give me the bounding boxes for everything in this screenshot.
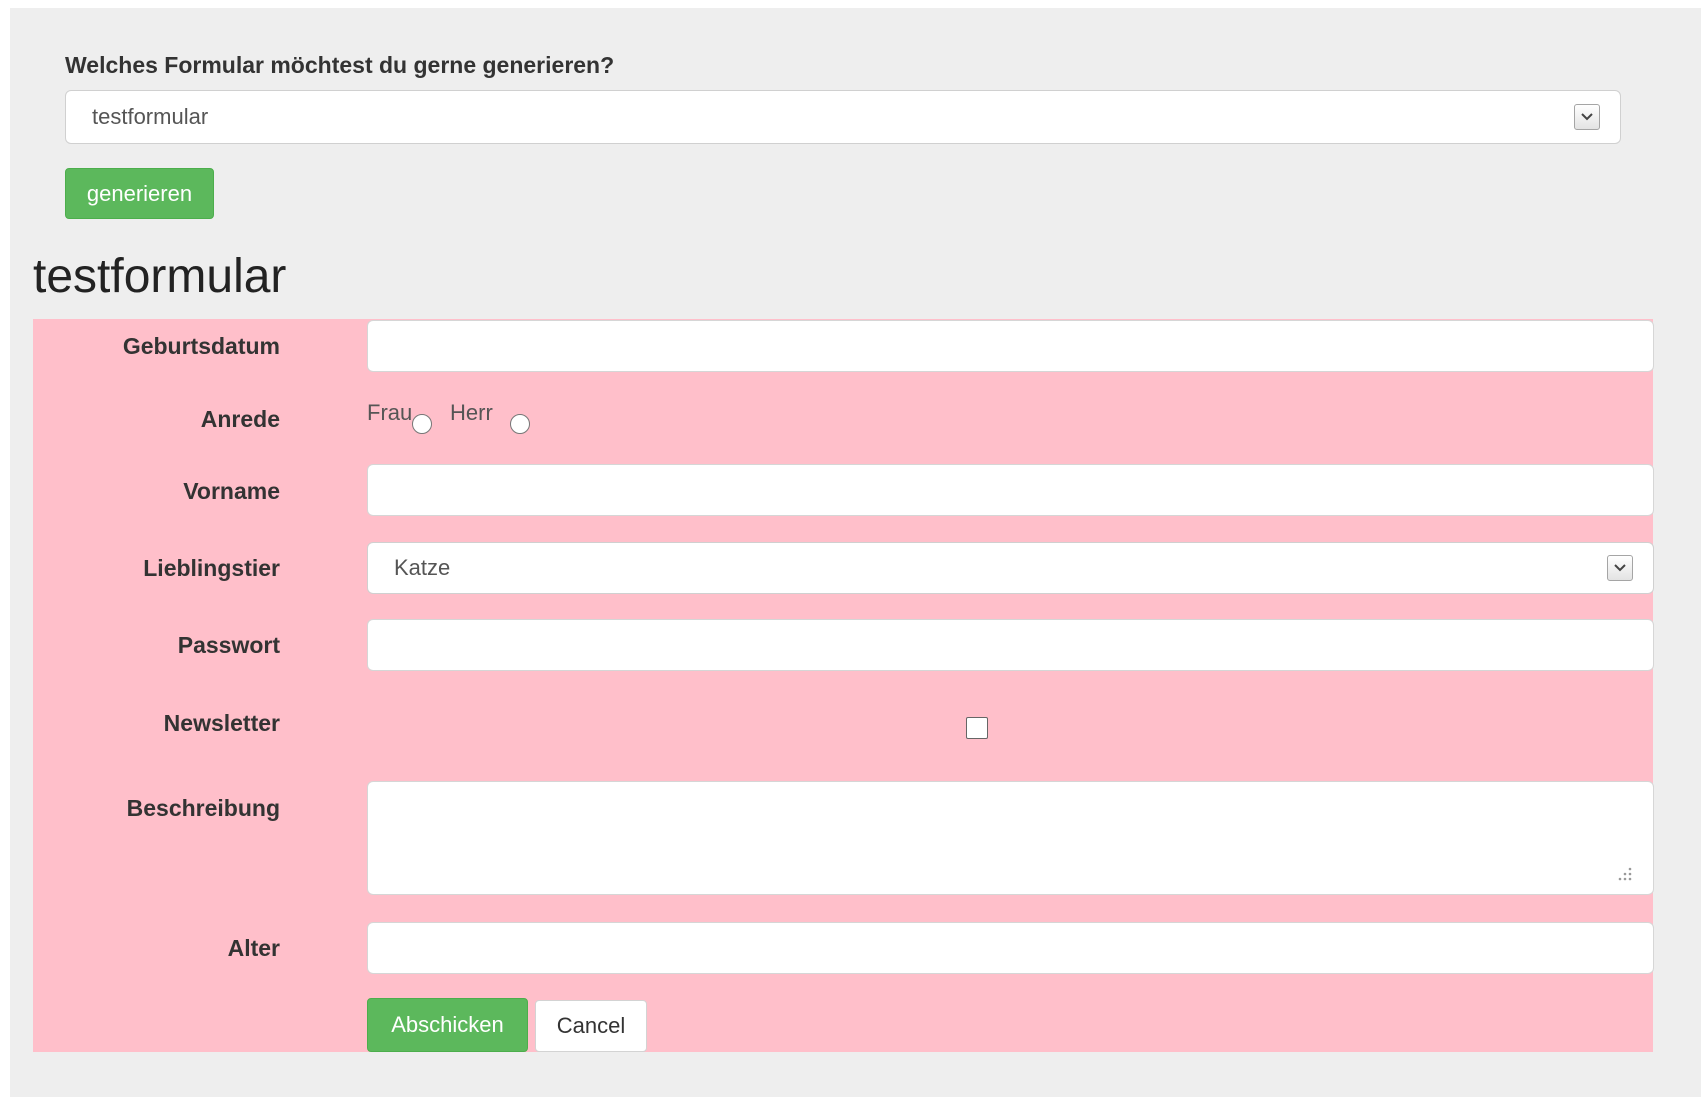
cancel-button[interactable]: Cancel — [535, 1000, 647, 1052]
submit-button[interactable]: Abschicken — [367, 998, 528, 1052]
resize-grip-icon[interactable] — [1613, 862, 1633, 882]
newsletter-checkbox[interactable] — [966, 717, 988, 739]
firstname-label: Vorname — [183, 478, 280, 504]
salutation-label: Anrede — [200, 406, 280, 432]
description-textarea[interactable] — [367, 781, 1654, 895]
chevron-down-icon — [1574, 104, 1600, 130]
firstname-input[interactable] — [367, 464, 1654, 516]
generated-form: Geburtsdatum Anrede Frau Herr Vorname Li… — [33, 319, 1654, 1052]
favorite-animal-value: Katze — [394, 555, 451, 580]
salutation-option-herr-label: Herr — [450, 400, 493, 425]
description-label: Beschreibung — [126, 795, 280, 821]
birthdate-label: Geburtsdatum — [122, 333, 280, 359]
password-label: Passwort — [177, 632, 280, 658]
birthdate-input[interactable] — [367, 320, 1654, 372]
chevron-down-icon — [1607, 555, 1633, 581]
salutation-option-frau-label: Frau — [367, 400, 413, 425]
form-selector-label: Welches Formular möchtest du gerne gener… — [65, 52, 615, 78]
form-select-dropdown[interactable]: testformular — [65, 90, 1621, 144]
favorite-animal-select[interactable]: Katze — [367, 542, 1654, 594]
form-title: testformular — [33, 250, 287, 303]
generate-button[interactable]: generieren — [65, 168, 214, 219]
favorite-animal-label: Lieblingstier — [143, 555, 280, 581]
salutation-herr-radio[interactable] — [510, 414, 530, 434]
age-input[interactable] — [367, 922, 1654, 974]
form-select-value: testformular — [92, 104, 209, 129]
age-label: Alter — [227, 935, 280, 961]
newsletter-label: Newsletter — [163, 710, 280, 736]
salutation-frau-radio[interactable] — [412, 414, 432, 434]
password-input[interactable] — [367, 619, 1654, 671]
